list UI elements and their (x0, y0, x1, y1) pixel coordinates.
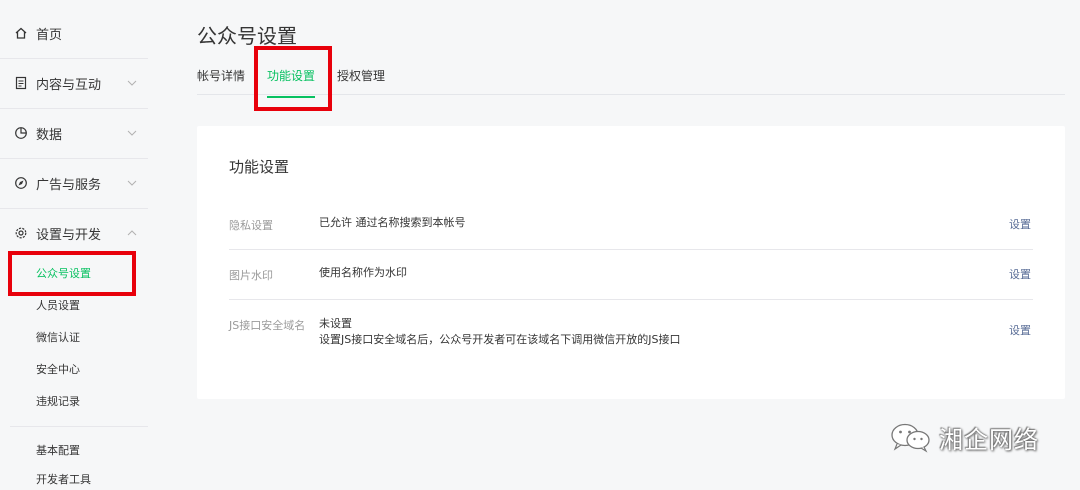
watermark: 湘企网络 (885, 419, 1039, 455)
sidebar-item-data[interactable]: 数据 (0, 108, 148, 159)
document-icon (14, 76, 28, 90)
js-domain-settings-link[interactable]: 设置 (1009, 322, 1031, 338)
privacy-settings-link[interactable]: 设置 (1009, 216, 1031, 232)
feature-settings-card: 功能设置 隐私设置 已允许 通过名称搜索到本帐号 设置 图片水印 使用名称作为水… (197, 126, 1065, 399)
chevron-up-icon (126, 227, 138, 239)
setting-label: JS接口安全域名 (229, 319, 306, 332)
highlight-box-tab (254, 46, 332, 111)
setting-value: 未设置 (319, 317, 352, 330)
sidebar: 首页 内容与互动 数据 广告与服务 设置与开发 公众号设置 人员设置 微信认证 … (0, 0, 148, 486)
page-title: 公众号设置 (197, 24, 297, 48)
tab-authorization-management[interactable]: 授权管理 (337, 68, 385, 92)
sidebar-item-content[interactable]: 内容与互动 (0, 58, 148, 109)
tab-account-details[interactable]: 帐号详情 (197, 68, 245, 92)
watermark-text: 湘企网络 (939, 425, 1039, 454)
watermark-settings-link[interactable]: 设置 (1009, 266, 1031, 282)
sidebar-subitem-staff-settings[interactable]: 人员设置 (36, 296, 80, 316)
sidebar-item-label: 数据 (36, 127, 63, 143)
setting-value: 已允许 通过名称搜索到本帐号 (319, 216, 466, 229)
sidebar-item-label: 首页 (36, 27, 63, 43)
setting-row-js-domain: JS接口安全域名 未设置 设置JS接口安全域名后，公众号开发者可在该域名下调用微… (229, 300, 1033, 360)
sidebar-item-ads[interactable]: 广告与服务 (0, 158, 148, 209)
setting-label: 图片水印 (229, 269, 273, 282)
card-title: 功能设置 (229, 158, 290, 176)
sidebar-item-label: 广告与服务 (36, 177, 102, 193)
sidebar-subitem-security-center[interactable]: 安全中心 (36, 360, 80, 380)
setting-label: 隐私设置 (229, 219, 273, 232)
compass-icon (14, 176, 28, 190)
sidebar-subitem-developer-tools[interactable]: 开发者工具 (36, 470, 91, 490)
sidebar-subitem-wechat-verification[interactable]: 微信认证 (36, 328, 80, 348)
sidebar-subitem-basic-config[interactable]: 基本配置 (36, 441, 80, 461)
home-icon (14, 26, 28, 40)
highlight-box-sidebar (8, 251, 136, 296)
setting-row-privacy: 隐私设置 已允许 通过名称搜索到本帐号 设置 (229, 200, 1033, 250)
chevron-down-icon (126, 177, 138, 189)
gear-icon (14, 226, 28, 240)
setting-value: 使用名称作为水印 (319, 266, 407, 279)
sidebar-item-label: 内容与互动 (36, 77, 102, 93)
pie-chart-icon (14, 126, 28, 140)
sidebar-divider (10, 426, 148, 427)
sidebar-subitem-violation-records[interactable]: 违规记录 (36, 392, 80, 412)
wechat-logo-icon (885, 420, 937, 454)
sidebar-item-home[interactable]: 首页 (0, 8, 148, 59)
sidebar-item-label: 设置与开发 (36, 227, 102, 243)
chevron-down-icon (126, 77, 138, 89)
setting-description: 设置JS接口安全域名后，公众号开发者可在该域名下调用微信开放的JS接口 (319, 333, 681, 346)
chevron-down-icon (126, 127, 138, 139)
setting-row-watermark: 图片水印 使用名称作为水印 设置 (229, 250, 1033, 300)
